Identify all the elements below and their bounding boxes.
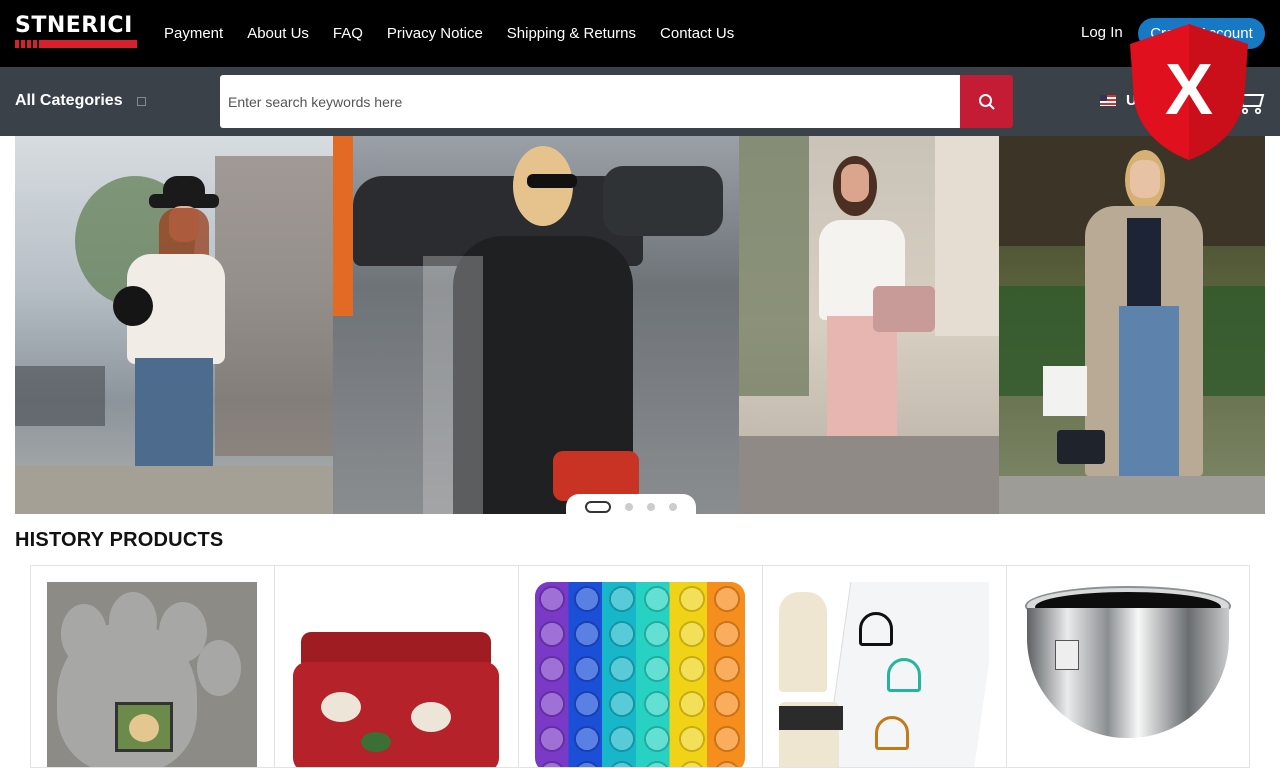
nav-faq[interactable]: FAQ [333,25,363,42]
carousel-indicators [566,494,696,520]
logo-underline [15,40,137,48]
product-card[interactable] [30,565,274,768]
banner-image-woman-raincoat [333,136,739,514]
banner-image-woman-hat [15,136,333,514]
login-link[interactable]: Log In [1081,24,1123,41]
nav-contact-us[interactable]: Contact Us [660,25,734,42]
carousel-dot-1[interactable] [585,501,611,513]
store-logo[interactable]: STNERICI [15,14,137,48]
nav-payment[interactable]: Payment [164,25,223,42]
nav-about-us[interactable]: About Us [247,25,309,42]
logo-text: STNERICI [15,13,133,38]
product-image-rainbow-pop-toy [535,582,745,767]
all-categories-dropdown[interactable]: All Categories [15,92,123,110]
chevron-down-icon[interactable] [137,97,146,106]
product-image-paw-stone [47,582,257,767]
search-input[interactable] [220,75,960,128]
product-card[interactable] [762,565,1006,768]
us-flag-icon [1100,95,1116,106]
product-card[interactable] [1006,565,1250,768]
history-products-heading: HISTORY PRODUCTS [15,529,224,551]
product-image-badminton-stamps [779,582,989,767]
product-card[interactable] [274,565,518,768]
carousel-dot-3[interactable] [647,503,655,511]
banner-image-woman-coat [999,136,1265,514]
product-card[interactable] [518,565,762,768]
svg-text:X: X [1165,50,1213,130]
carousel-dot-2[interactable] [625,503,633,511]
nav-shipping-returns[interactable]: Shipping & Returns [507,25,636,42]
main-nav: Payment About Us FAQ Privacy Notice Ship… [152,0,746,67]
carousel-dot-4[interactable] [669,503,677,511]
history-products-list [30,565,1250,768]
search-button[interactable] [960,75,1013,128]
search-icon [978,93,995,110]
product-image-steel-bowl [1023,582,1233,767]
nav-privacy-notice[interactable]: Privacy Notice [387,25,483,42]
red-shield-x-icon: X [1130,24,1248,160]
product-image-christmas-bedding [291,582,501,767]
hero-banner-carousel[interactable] [15,136,1265,514]
banner-image-woman-pink-pants [739,136,999,514]
